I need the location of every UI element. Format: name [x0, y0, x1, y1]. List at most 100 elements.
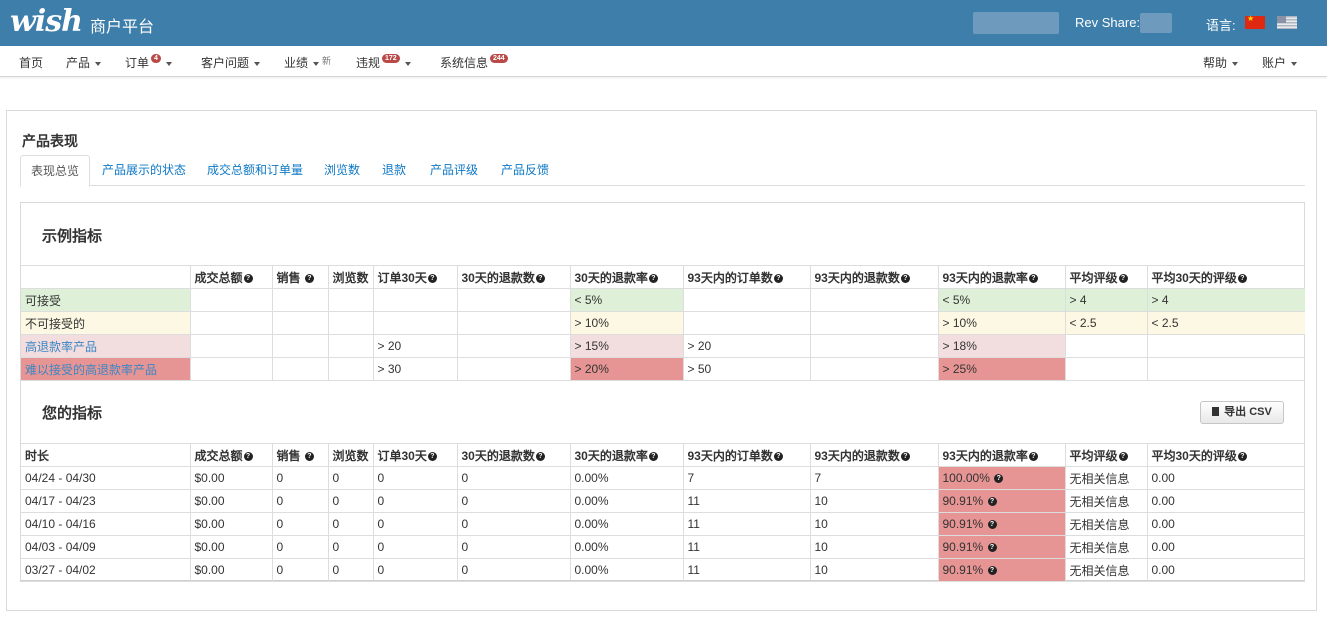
chevron-down-icon: [313, 61, 320, 66]
refund-rate-93d-cell: 90.91% ?: [937, 558, 1066, 582]
refund-rate-93d-cell: 90.91% ?: [937, 535, 1066, 559]
column-header-refunds-30d: 30天的退款数?: [456, 443, 571, 467]
chevron-down-icon: [1232, 61, 1239, 66]
nav-orders-label: 订单: [125, 56, 150, 70]
table-cell: 0: [327, 512, 374, 536]
question-icon[interactable]: ?: [1118, 451, 1128, 461]
new-badge: 新: [322, 56, 332, 66]
question-icon[interactable]: ?: [1028, 451, 1038, 461]
table-cell: > 10%: [569, 311, 684, 335]
table-cell: 0: [372, 535, 458, 559]
table-cell: [682, 311, 811, 335]
table-cell: 10: [809, 558, 939, 582]
nav-home[interactable]: 首页: [19, 54, 43, 71]
very-high-refund-products-link[interactable]: 难以接受的高退款率产品: [21, 357, 191, 381]
table-cell: 0.00%: [569, 466, 684, 490]
your-header-row: 时长 成交总额? 销售 ? 浏览数 ? 订单30天? 30天的退款数? 30天的…: [21, 443, 1305, 467]
tab-listing-status[interactable]: 产品展示的状态: [96, 155, 192, 186]
table-cell: 0.00%: [569, 512, 684, 536]
nav-help[interactable]: 帮助: [1203, 54, 1239, 71]
table-cell: 0: [372, 558, 458, 582]
tab-ratings[interactable]: 产品评级: [426, 155, 482, 186]
question-icon[interactable]: ?: [243, 451, 253, 461]
your-metrics-table: 时长 成交总额? 销售 ? 浏览数 ? 订单30天? 30天的退款数? 30天的…: [21, 443, 1305, 582]
table-cell: 10: [809, 535, 939, 559]
table-cell: 04/03 - 04/09: [21, 535, 191, 559]
nav-performance-label: 业绩: [284, 56, 309, 70]
question-icon[interactable]: ?: [987, 497, 997, 507]
table-cell: [372, 311, 458, 335]
nav-system-info-label: 系统信息: [440, 56, 489, 70]
question-icon[interactable]: ?: [535, 451, 545, 461]
high-refund-products-link[interactable]: 高退款率产品: [21, 334, 191, 358]
export-csv-button[interactable]: 导出 CSV: [1200, 401, 1284, 424]
table-cell: > 20: [372, 334, 458, 358]
tab-overview[interactable]: 表现总览: [20, 155, 90, 187]
table-cell: [456, 288, 571, 312]
question-icon[interactable]: ?: [648, 451, 658, 461]
question-icon[interactable]: ?: [900, 451, 910, 461]
tab-refunds[interactable]: 退款: [379, 155, 409, 186]
nav-orders[interactable]: 订单 4: [125, 54, 172, 71]
question-icon[interactable]: ?: [1118, 273, 1128, 283]
question-icon[interactable]: ?: [648, 273, 658, 283]
nav-system-info[interactable]: 系统信息 244: [440, 54, 508, 71]
question-icon[interactable]: ?: [304, 451, 314, 461]
question-icon[interactable]: ?: [243, 273, 253, 283]
question-icon[interactable]: ?: [987, 520, 997, 530]
nav-home-label: 首页: [19, 56, 44, 70]
question-icon[interactable]: ?: [1237, 451, 1247, 461]
example-metrics-table: 成交总额? 销售 ? 浏览数 ? 订单30天? 30天的退款数? 30天的退款率…: [21, 265, 1305, 381]
question-icon[interactable]: ?: [773, 273, 783, 283]
question-icon[interactable]: ?: [1028, 273, 1038, 283]
example-row-very-high-refund: 难以接受的高退款率产品 > 30 > 20% > 50 > 25%: [21, 357, 1305, 381]
question-icon[interactable]: ?: [900, 273, 910, 283]
column-header-sales: 销售 ?: [271, 443, 329, 467]
table-cell: 0.00: [1146, 489, 1305, 513]
table-cell: 0: [327, 489, 374, 513]
chinese-flag-icon[interactable]: [1245, 14, 1265, 29]
question-icon[interactable]: ?: [427, 273, 437, 283]
question-icon[interactable]: ?: [773, 451, 783, 461]
tab-feedback[interactable]: 产品反馈: [497, 155, 553, 186]
table-cell: 10: [809, 512, 939, 536]
nav-account[interactable]: 账户: [1262, 54, 1298, 71]
nav-violations[interactable]: 违规 172: [356, 54, 411, 71]
table-cell: 10: [809, 489, 939, 513]
wish-logo[interactable]: wish: [10, 7, 83, 37]
table-cell: 7: [682, 466, 811, 490]
example-metrics-title: 示例指标: [42, 228, 103, 245]
question-icon[interactable]: ?: [994, 474, 1004, 484]
column-header-avg-rating: 平均评级?: [1064, 265, 1148, 289]
us-flag-icon[interactable]: [1277, 16, 1297, 29]
table-cell: > 20: [682, 334, 811, 358]
question-icon[interactable]: ?: [535, 273, 545, 283]
nav-customer-issues[interactable]: 客户问题: [201, 54, 261, 71]
column-header-refund-rate-93d: 93天内的退款率?: [937, 265, 1066, 289]
question-icon[interactable]: ?: [987, 566, 997, 576]
table-cell: 无相关信息: [1064, 466, 1148, 490]
table-cell: > 4: [1064, 288, 1148, 312]
question-icon[interactable]: ?: [987, 543, 997, 553]
tab-views[interactable]: 浏览数: [322, 155, 362, 186]
table-cell: [271, 311, 329, 335]
table-cell: 0: [372, 489, 458, 513]
table-cell: > 20%: [569, 357, 684, 381]
tab-gmv-orders[interactable]: 成交总额和订单量: [203, 155, 307, 186]
nav-performance[interactable]: 业绩 新: [284, 54, 331, 71]
table-cell: [1064, 334, 1148, 358]
question-icon[interactable]: ?: [304, 273, 314, 283]
question-icon[interactable]: ?: [427, 451, 437, 461]
table-row: 03/27 - 04/02 $0.00 0 0 0 0 0.00% 11 10 …: [21, 558, 1305, 582]
table-cell: 0: [456, 466, 571, 490]
table-cell: [327, 357, 374, 381]
main-nav: 首页 产品 订单 4 客户问题 业绩 新 违规 172 系统信息 244 帮助 账户: [0, 46, 1327, 77]
question-icon[interactable]: ?: [1237, 273, 1247, 283]
nav-products[interactable]: 产品: [66, 54, 102, 71]
table-cell: 0.00%: [569, 558, 684, 582]
table-cell: 7: [809, 466, 939, 490]
column-header-avg-rating: 平均评级?: [1064, 443, 1148, 467]
chevron-down-icon: [254, 61, 261, 66]
tab-bar: 表现总览 产品展示的状态 成交总额和订单量 浏览数 退款 产品评级 产品反馈: [20, 155, 1305, 187]
table-cell: 11: [682, 489, 811, 513]
